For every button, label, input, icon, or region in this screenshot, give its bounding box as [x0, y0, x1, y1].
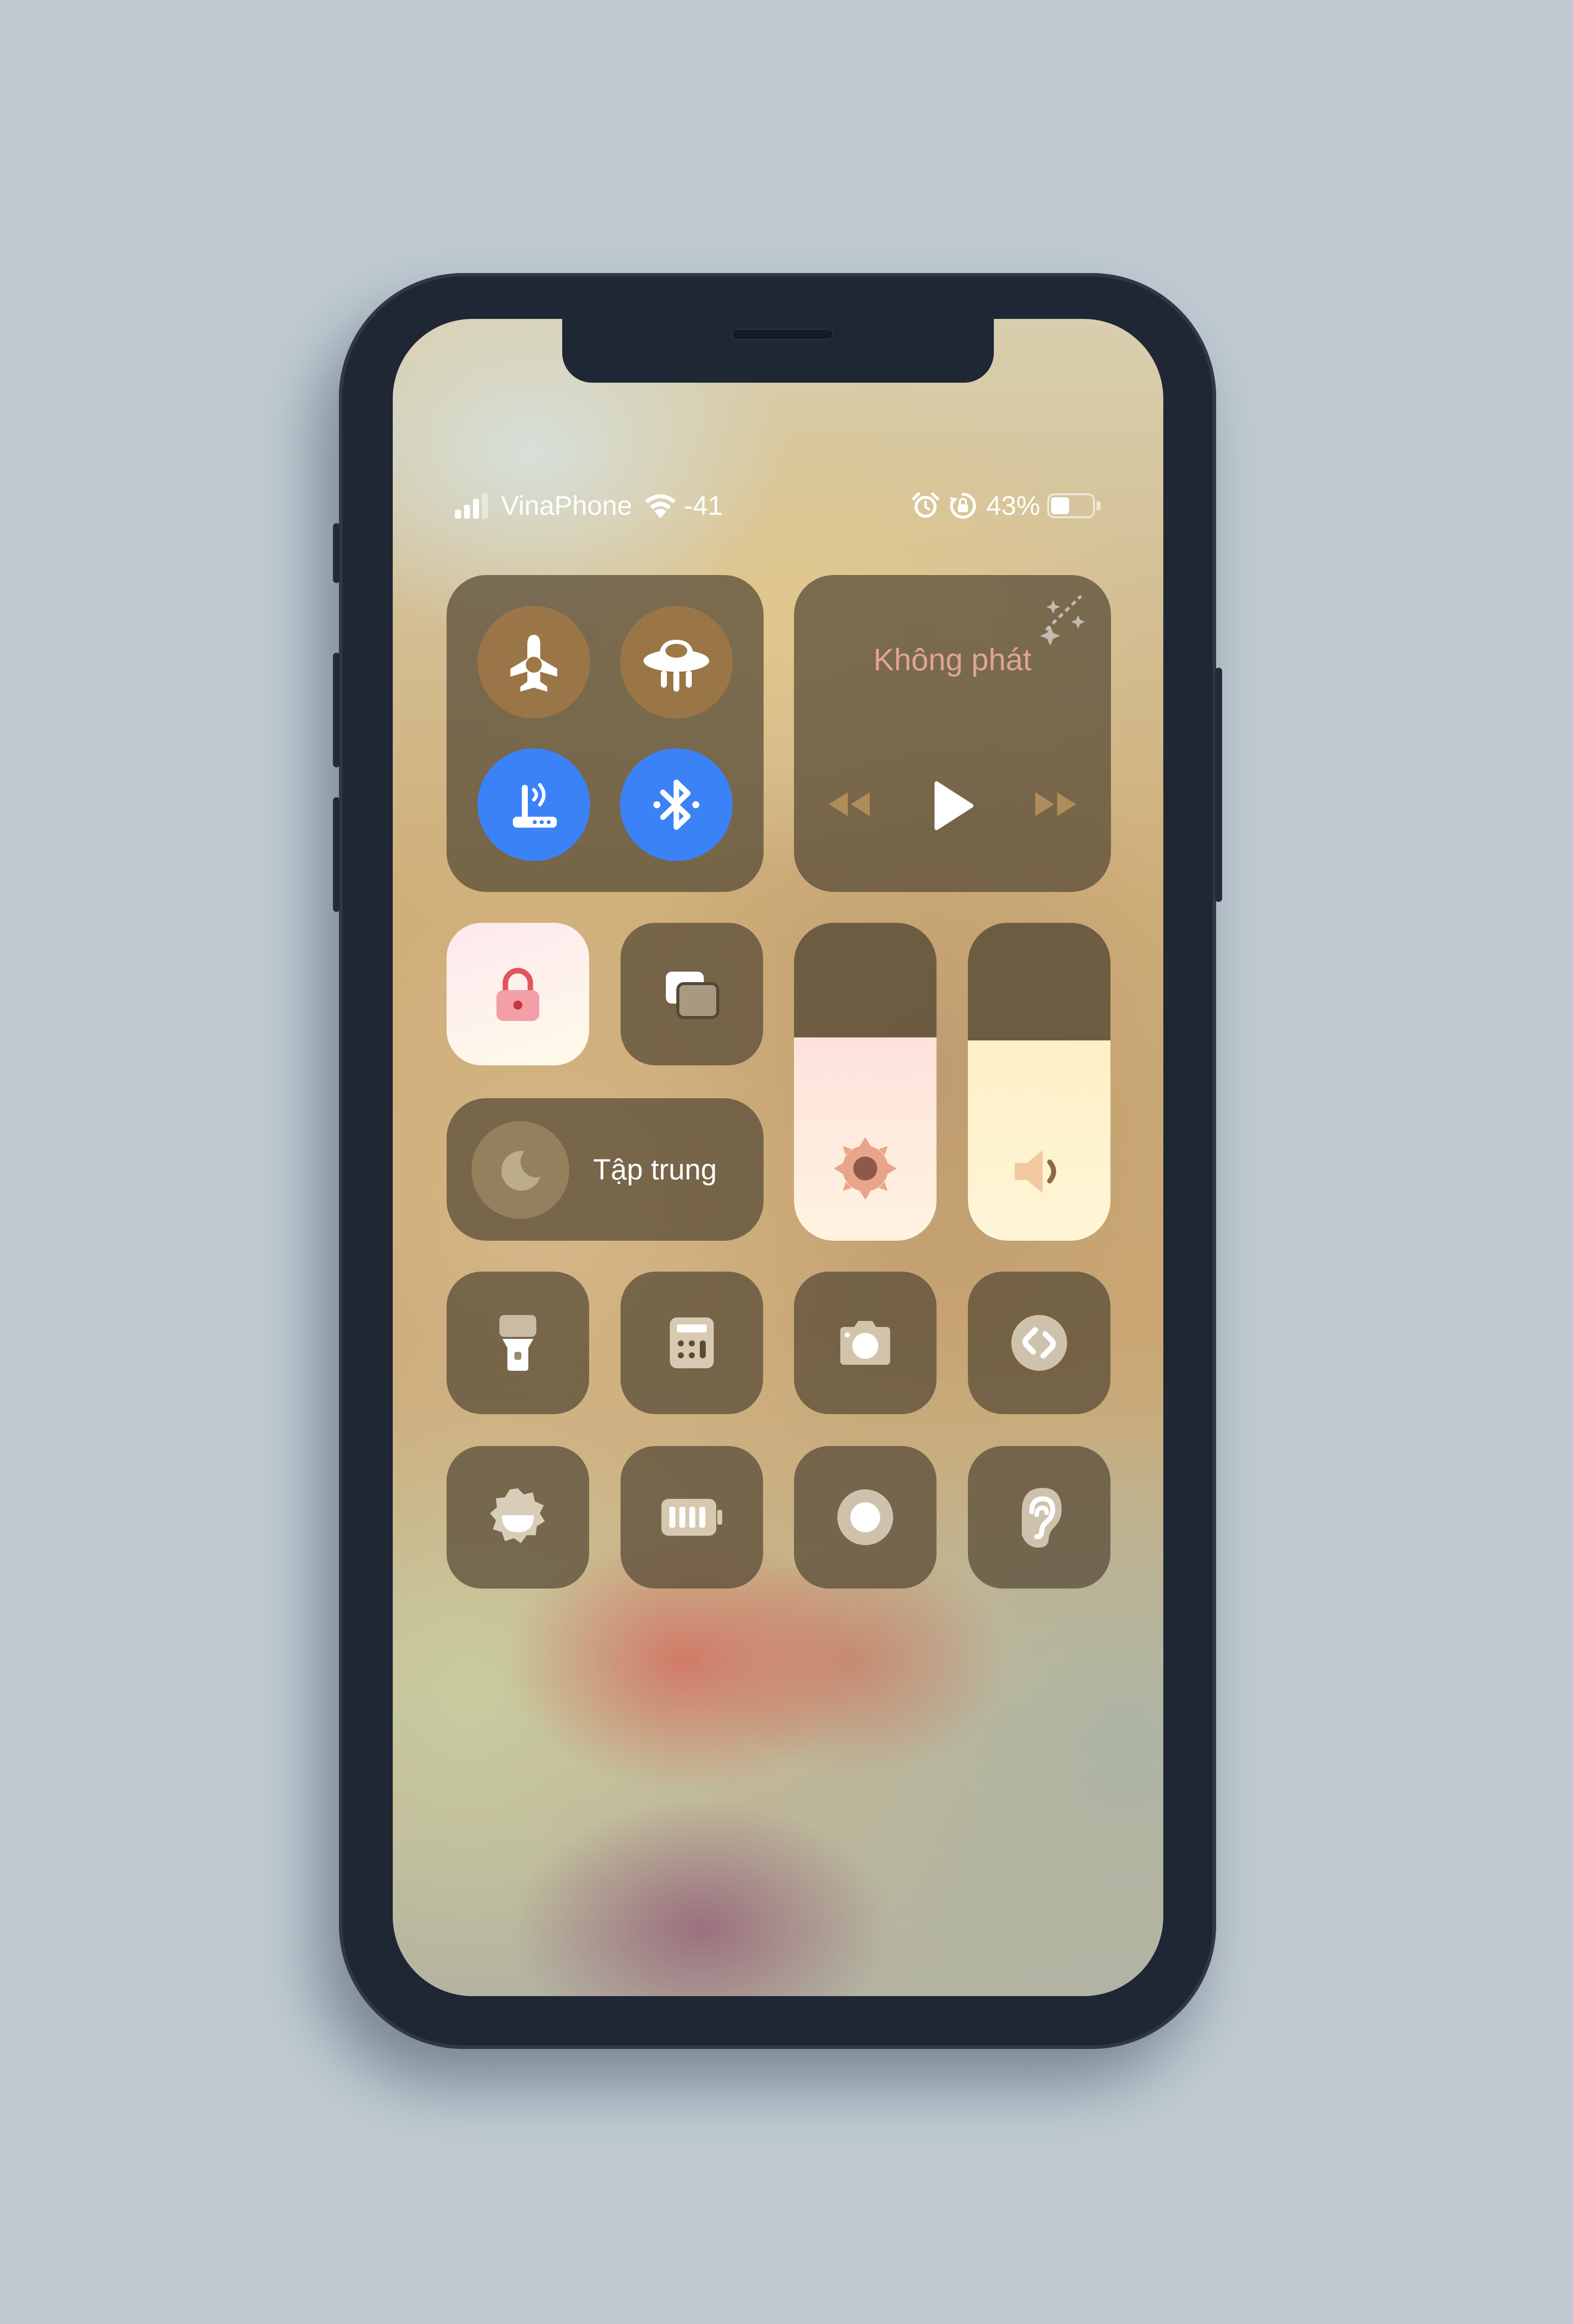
orientation-lock-button[interactable]	[447, 923, 589, 1065]
mute-switch	[333, 523, 340, 583]
battery-icon	[1047, 493, 1101, 518]
speaker-icon	[1015, 1150, 1056, 1193]
hearing-button[interactable]	[968, 1446, 1110, 1589]
wifi-toggle[interactable]	[477, 748, 590, 861]
volume-slider-fill	[968, 1040, 1110, 1241]
notch	[562, 319, 994, 383]
rewind-icon[interactable]	[824, 789, 874, 819]
volume-up-button	[333, 653, 340, 767]
dark-mode-button[interactable]	[447, 1446, 589, 1589]
camera-icon	[840, 1321, 890, 1365]
screen: VinaPhone -41 43% Không phát Tập trung	[393, 319, 1163, 1996]
volume-slider[interactable]	[968, 923, 1110, 1241]
screen-recording-button[interactable]	[794, 1446, 937, 1589]
screen-mirroring-button[interactable]	[621, 923, 763, 1065]
carrier-name: VinaPhone	[501, 491, 632, 521]
low-power-mode-button[interactable]	[621, 1446, 763, 1589]
bluetooth-toggle[interactable]	[620, 748, 733, 861]
focus-icon-circle	[472, 1121, 569, 1219]
earpiece-speaker	[732, 329, 833, 340]
media-player-tile: Không phát	[794, 575, 1111, 892]
camera-button[interactable]	[794, 1272, 937, 1414]
battery-full-icon	[661, 1499, 722, 1536]
airplane-mode-toggle[interactable]	[477, 606, 590, 719]
moon-icon	[501, 1151, 540, 1191]
lock-icon	[496, 968, 539, 1021]
cellular-data-icon	[643, 640, 709, 692]
focus-label: Tập trung	[593, 1154, 717, 1186]
focus-button[interactable]: Tập trung	[447, 1098, 764, 1241]
dark-mode-badge-icon	[490, 1488, 545, 1543]
screen-mirroring-icon	[666, 972, 719, 1019]
calculator-icon	[670, 1317, 714, 1368]
brightness-slider[interactable]	[794, 923, 937, 1241]
alarm-icon	[912, 492, 939, 518]
status-bar-right: 43%	[912, 488, 1101, 523]
wifi-icon	[645, 494, 676, 518]
play-icon[interactable]	[928, 778, 977, 833]
ear-icon	[1022, 1488, 1062, 1548]
bluetooth-icon	[653, 779, 699, 830]
rotation-lock-icon	[949, 492, 976, 519]
airplane-icon	[510, 635, 557, 692]
flashlight-icon	[499, 1315, 536, 1371]
power-button	[1215, 668, 1222, 902]
now-playing-label: Không phát	[873, 643, 1032, 677]
cellular-data-toggle[interactable]	[620, 606, 733, 719]
fast-forward-icon[interactable]	[1031, 789, 1081, 819]
brightness-icon	[834, 1137, 897, 1200]
status-bar-left: VinaPhone -41	[455, 488, 723, 523]
cellular-signal-icon	[455, 493, 488, 519]
connectivity-tile	[447, 575, 764, 892]
record-icon	[837, 1489, 893, 1545]
calculator-button[interactable]	[621, 1272, 763, 1414]
volume-down-button	[333, 797, 340, 912]
flashlight-button[interactable]	[447, 1272, 589, 1414]
battery-percent: 43%	[986, 491, 1040, 521]
wifi-router-icon	[513, 783, 557, 828]
airplay-sparkle-icon[interactable]	[1036, 590, 1091, 645]
shazam-icon	[1011, 1315, 1067, 1371]
wifi-signal-value: -41	[684, 491, 723, 521]
shazam-button[interactable]	[968, 1272, 1110, 1414]
